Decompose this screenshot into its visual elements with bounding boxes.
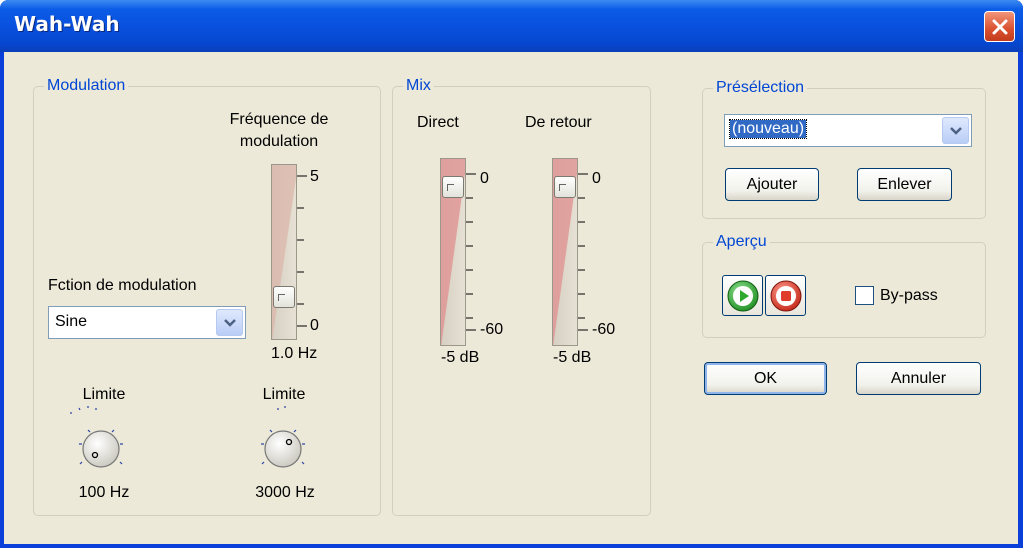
window-title: Wah-Wah xyxy=(14,12,120,36)
mix-group: Mix xyxy=(392,76,651,516)
stop-button[interactable] xyxy=(765,275,806,316)
stop-icon xyxy=(770,280,801,311)
preview-legend: Aperçu xyxy=(713,232,770,252)
frequency-scale-ticks xyxy=(297,175,307,327)
preset-select[interactable]: (nouveau) xyxy=(724,114,972,147)
function-select-value: Sine xyxy=(55,313,88,330)
frequency-scale-max: 5 xyxy=(310,168,319,185)
modulation-legend: Modulation xyxy=(44,76,129,96)
mix-return-scale-ticks xyxy=(578,173,588,331)
frequency-slider-thumb[interactable] xyxy=(273,286,295,308)
frequency-slider-track[interactable] xyxy=(271,164,297,340)
function-select-arrow[interactable] xyxy=(216,309,243,336)
frequency-label-line1: Fréquence de xyxy=(229,111,329,128)
mix-return-slider-thumb[interactable] xyxy=(554,176,576,198)
dialog-window: Wah-Wah Modulation Fréquence de modulati… xyxy=(0,0,1023,548)
mix-return-scale-min: -60 xyxy=(592,321,616,338)
mix-direct-slider-thumb[interactable] xyxy=(442,176,464,198)
mix-return-slider-track[interactable] xyxy=(552,158,578,346)
bypass-label[interactable]: By-pass xyxy=(880,286,938,305)
preset-select-value: (nouveau) xyxy=(728,119,808,139)
close-button[interactable] xyxy=(984,11,1015,42)
mix-direct-value: -5 dB xyxy=(441,349,480,366)
function-label: Fction de modulation xyxy=(48,277,197,294)
mix-legend: Mix xyxy=(403,76,434,96)
mix-return-label: De retour xyxy=(525,114,592,131)
mix-direct-scale-min: -60 xyxy=(480,321,504,338)
mix-direct-scale-ticks xyxy=(466,173,476,331)
mix-return-value: -5 dB xyxy=(553,349,592,366)
chevron-down-icon xyxy=(949,126,962,135)
dialog-client-area: Modulation Fréquence de modulation 5 0 1… xyxy=(4,52,1018,544)
add-preset-button[interactable]: Ajouter xyxy=(725,168,819,201)
limit-low-value: 100 Hz xyxy=(78,484,130,501)
cancel-button[interactable]: Annuler xyxy=(856,362,981,395)
function-select[interactable]: Sine xyxy=(48,306,246,339)
close-icon xyxy=(992,19,1007,34)
limit-high-knob[interactable] xyxy=(248,404,318,480)
mix-return-scale-max: 0 xyxy=(592,170,601,187)
title-bar[interactable]: Wah-Wah xyxy=(0,0,1023,52)
remove-preset-button[interactable]: Enlever xyxy=(857,168,952,201)
preset-select-arrow[interactable] xyxy=(942,117,969,144)
frequency-scale-min: 0 xyxy=(310,317,319,334)
play-button[interactable] xyxy=(722,275,763,316)
limit-low-label: Limite xyxy=(82,386,126,403)
preset-legend: Présélection xyxy=(713,78,808,98)
mix-direct-label: Direct xyxy=(417,114,459,131)
limit-high-value: 3000 Hz xyxy=(255,484,315,501)
mix-direct-slider-track[interactable] xyxy=(440,158,466,346)
frequency-value: 1.0 Hz xyxy=(271,345,318,362)
ok-button[interactable]: OK xyxy=(704,362,827,395)
limit-high-label: Limite xyxy=(262,386,306,403)
frequency-slider-fill xyxy=(272,165,296,339)
mix-direct-scale-max: 0 xyxy=(480,170,489,187)
bypass-checkbox[interactable] xyxy=(855,286,874,305)
frequency-label-line2: modulation xyxy=(239,133,319,150)
chevron-down-icon xyxy=(223,318,236,327)
play-icon xyxy=(727,280,758,311)
limit-low-knob[interactable] xyxy=(66,404,136,480)
